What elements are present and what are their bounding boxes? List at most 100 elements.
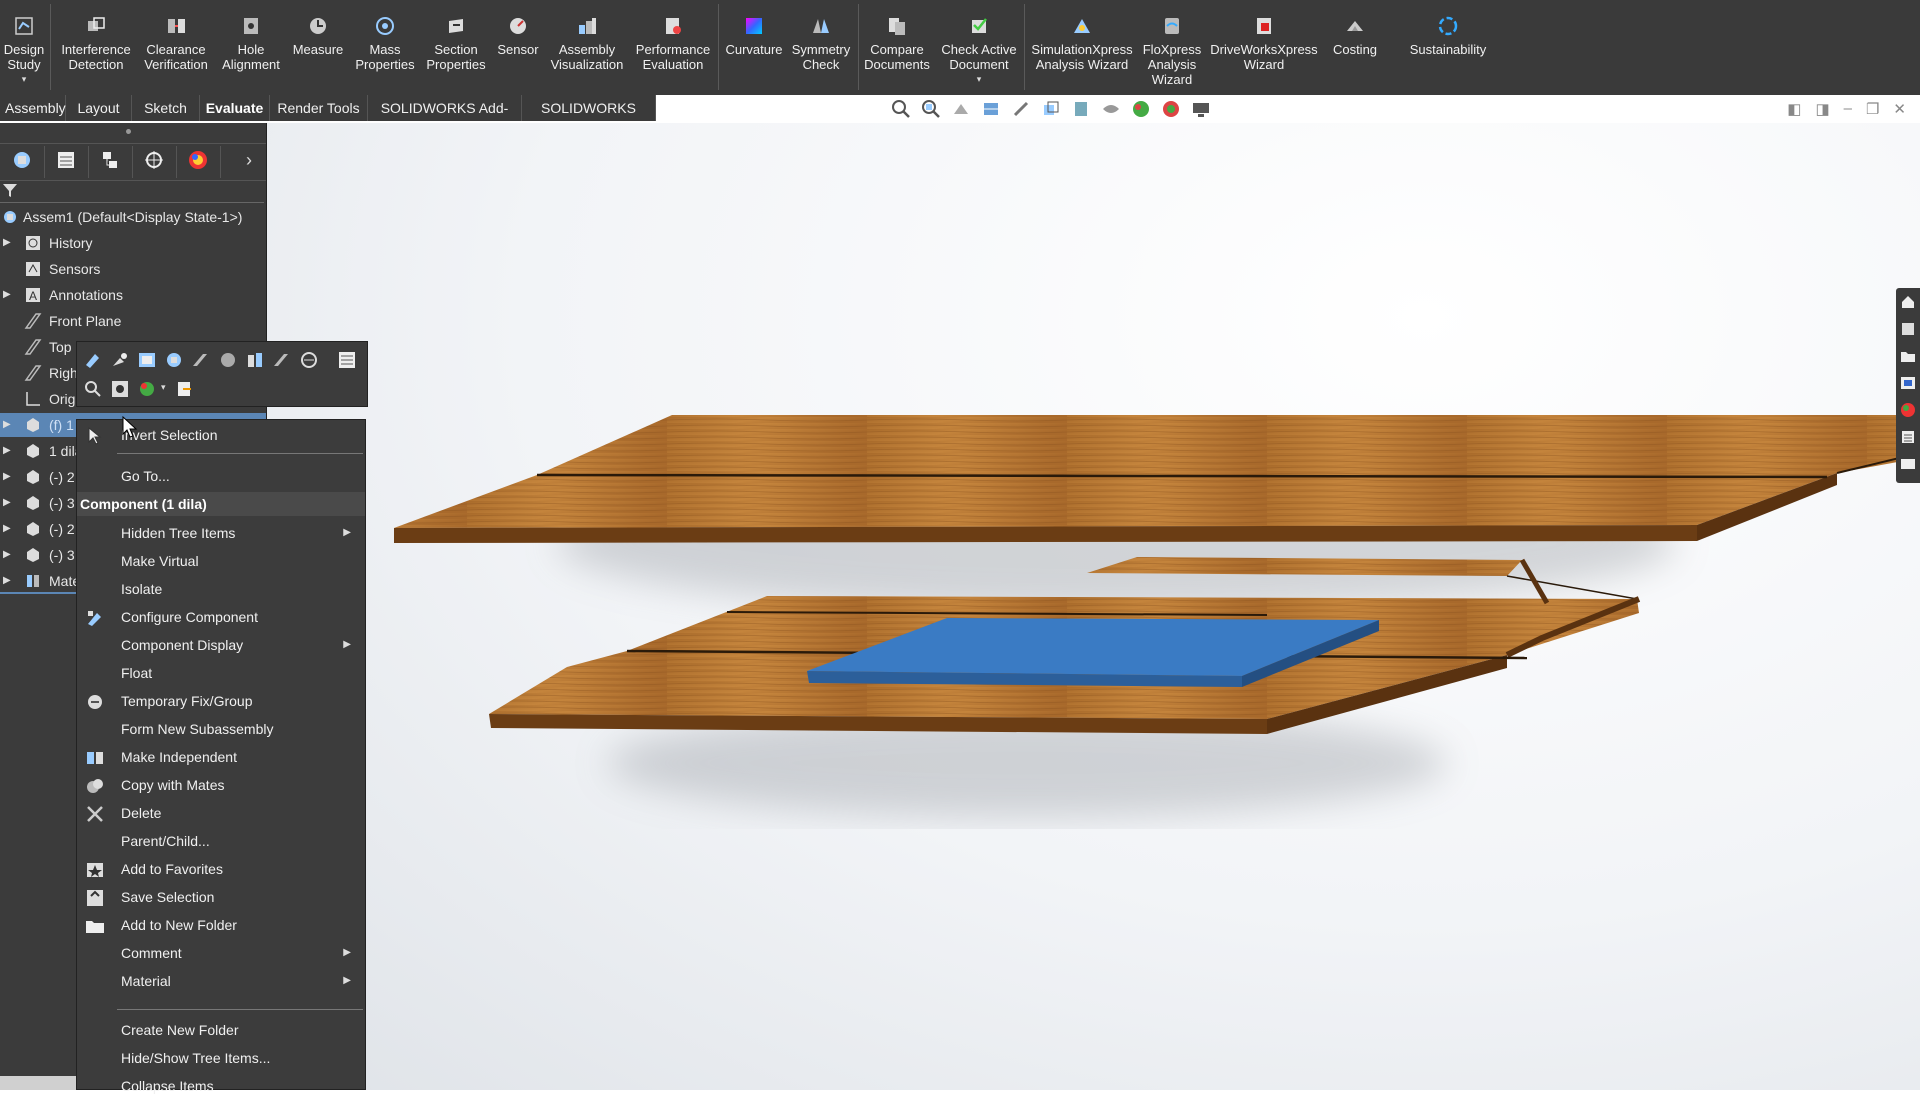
menu-item-delete[interactable]: Delete [77,799,365,827]
simulationxpress-button[interactable]: SimulationXpress Analysis Wizard [1028,2,1136,90]
clearance-verification-button[interactable]: Clearance Verification [136,2,216,90]
compare-documents-button[interactable]: Compare Documents [862,2,932,90]
property-manager-tab[interactable] [44,146,89,178]
graphics-area[interactable] [267,123,1920,1090]
tree-item-sensors[interactable]: Sensors [0,257,266,281]
horizontal-scrollbar[interactable] [0,1076,76,1090]
section-view-icon[interactable] [980,98,1002,120]
menu-item-float[interactable]: Float [77,659,365,687]
tree-item-history[interactable]: ▶ History [0,231,266,255]
display-style-icon[interactable] [1070,98,1092,120]
appearance-dropdown-icon[interactable]: ▾ [161,382,166,393]
menu-item-configure-component[interactable]: Configure Component [77,603,365,631]
panel-grip[interactable] [126,129,131,134]
mass-properties-button[interactable]: Mass Properties [350,2,420,90]
view-orientation-icon[interactable] [1040,98,1062,120]
apply-scene-icon[interactable] [1160,98,1182,120]
upper-board[interactable] [394,415,1920,543]
expand-arrow-icon[interactable]: ▶ [3,413,13,437]
driveworksxpress-button[interactable]: DriveWorksXpress Wizard [1208,2,1320,90]
edit-appearance-icon[interactable] [1130,98,1152,120]
component-properties-icon[interactable] [164,350,184,370]
home-icon[interactable] [1900,294,1916,310]
restore-panel-icon[interactable]: ◧ [1787,100,1801,118]
previous-view-icon[interactable] [950,98,972,120]
replace-component-icon[interactable] [175,379,195,399]
zoom-to-selection-icon[interactable] [83,379,103,399]
menu-item-isolate[interactable]: Isolate [77,575,365,603]
view-palette-icon[interactable] [1900,375,1916,391]
appearances-icon[interactable] [1900,402,1916,418]
measure-button[interactable]: Measure [286,2,350,90]
view-mates-icon[interactable] [299,350,319,370]
dynamic-annotation-icon[interactable] [1010,98,1032,120]
solidworks-forum-icon[interactable] [1900,456,1916,472]
expand-arrow-icon[interactable]: ▶ [3,517,13,541]
design-library-icon[interactable] [1900,321,1916,337]
isolate-icon[interactable] [245,350,265,370]
menu-item-copy-with-mates[interactable]: Copy with Mates [77,771,365,799]
curvature-button[interactable]: Curvature [722,2,786,90]
configuration-manager-tab[interactable] [88,146,133,178]
view-settings-icon[interactable] [1190,98,1212,120]
hide-component-icon[interactable] [191,350,211,370]
menu-item-parent-child[interactable]: Parent/Child... [77,827,365,855]
expand-arrow-icon[interactable]: ▶ [3,465,13,489]
rebuild-icon[interactable] [110,350,130,370]
menu-item-add-to-favorites[interactable]: Add to Favorites [77,855,365,883]
menu-item-collapse-items[interactable]: Collapse Items [77,1072,365,1100]
view-list-icon[interactable] [337,350,357,370]
menu-item-add-to-new-folder[interactable]: Add to New Folder [77,911,365,939]
maximize-icon[interactable]: ❐ [1866,100,1879,118]
edit-part-icon[interactable] [83,350,103,370]
tab-solidworks-mbd[interactable]: SOLIDWORKS MBD [522,95,656,142]
menu-item-hide-show-tree-items[interactable]: Hide/Show Tree Items... [77,1044,365,1072]
design-study-button[interactable]: Design Study ▾ [4,2,44,90]
hole-alignment-button[interactable]: Hole Alignment [216,2,286,90]
tab-assembly[interactable]: Assembly [0,95,66,121]
zoom-to-fit-icon[interactable] [890,98,912,120]
tree-item-annotations[interactable]: ▶ A Annotations [0,283,266,307]
sensor-button[interactable]: Sensor [492,2,544,90]
menu-item-hidden-tree-items[interactable]: Hidden Tree Items ▶ [77,519,365,547]
zoom-to-area-icon[interactable] [920,98,942,120]
tab-solidworks-addins[interactable]: SOLIDWORKS Add-Ins [368,95,522,142]
menu-item-material[interactable]: Material ▶ [77,967,365,995]
menu-item-temporary-fix-group[interactable]: Temporary Fix/Group [77,687,365,715]
check-active-document-button[interactable]: Check Active Document ▾ [936,2,1022,90]
open-part-icon[interactable] [137,350,157,370]
hide-show-items-icon[interactable] [1100,98,1122,120]
section-properties-button[interactable]: Section Properties [420,2,492,90]
display-manager-tab[interactable] [176,146,221,178]
assembly-visualization-button[interactable]: Assembly Visualization [544,2,630,90]
menu-item-make-independent[interactable]: Make Independent [77,743,365,771]
mate-icon[interactable] [272,350,292,370]
expand-arrow-icon[interactable]: ▶ [3,491,13,515]
menu-item-go-to[interactable]: Go To... [77,462,365,490]
menu-item-create-new-folder[interactable]: Create New Folder [77,1016,365,1044]
appearance-icon[interactable] [137,379,157,399]
costing-button[interactable]: Costing [1320,2,1390,90]
feature-tree-tab[interactable] [0,146,45,178]
tree-filter-bar[interactable] [0,180,264,203]
close-icon[interactable]: ✕ [1893,100,1906,118]
tile-panel-icon[interactable]: ◨ [1815,100,1829,118]
tab-evaluate[interactable]: Evaluate [200,95,270,121]
menu-item-comment[interactable]: Comment ▶ [77,939,365,967]
floxpress-button[interactable]: FloXpress Analysis Wizard [1136,2,1208,90]
expand-panel-icon[interactable]: › [246,150,252,171]
menu-item-form-new-subassembly[interactable]: Form New Subassembly [77,715,365,743]
expand-arrow-icon[interactable]: ▶ [3,569,13,593]
menu-item-save-selection[interactable]: Save Selection [77,883,365,911]
normal-to-icon[interactable] [110,379,130,399]
file-explorer-icon[interactable] [1900,348,1916,364]
menu-item-invert-selection[interactable]: Invert Selection [77,421,365,449]
tab-sketch[interactable]: Sketch [132,95,200,121]
performance-evaluation-button[interactable]: Performance Evaluation [630,2,716,90]
tree-item-front-plane[interactable]: Front Plane [0,309,266,333]
interference-detection-button[interactable]: Interference Detection [56,2,136,90]
expand-arrow-icon[interactable]: ▶ [3,543,13,567]
expand-arrow-icon[interactable]: ▶ [3,231,13,255]
menu-item-make-virtual[interactable]: Make Virtual [77,547,365,575]
tab-layout[interactable]: Layout [66,95,132,121]
